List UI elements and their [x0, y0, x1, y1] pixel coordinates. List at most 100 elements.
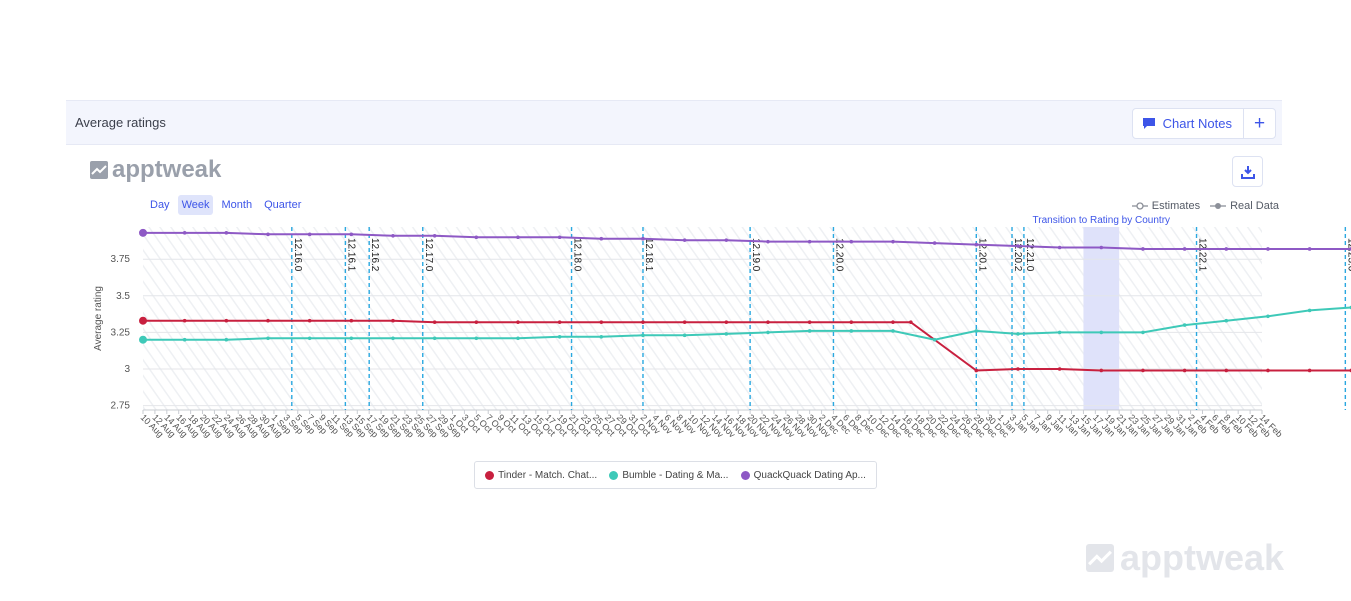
data-point — [641, 334, 645, 338]
data-point — [266, 319, 270, 323]
data-point — [516, 235, 520, 239]
data-point — [475, 336, 479, 340]
version-marker-label: 12.22.1 — [1197, 238, 1208, 272]
data-point — [974, 243, 978, 247]
data-point — [909, 320, 913, 324]
data-point — [766, 240, 770, 244]
data-point — [683, 320, 687, 324]
data-point — [139, 317, 147, 325]
data-point — [1266, 369, 1270, 373]
data-point — [350, 233, 354, 237]
data-point — [1308, 247, 1312, 251]
legend-label-tinder: Tinder - Match. Chat... — [498, 470, 597, 481]
data-point — [183, 338, 187, 342]
version-marker-label: 12.20.2 — [1012, 238, 1023, 272]
line-chart: Transition to Rating by Country2.7533.25… — [0, 0, 1351, 601]
data-point — [891, 320, 895, 324]
data-point — [350, 319, 354, 323]
y-tick-label: 3.5 — [116, 291, 130, 302]
y-tick-label: 2.75 — [111, 401, 131, 412]
data-point — [225, 319, 229, 323]
transition-band — [1083, 227, 1119, 410]
version-marker-label: 12.17.0 — [423, 238, 434, 272]
data-point — [1266, 315, 1270, 319]
data-point — [1016, 244, 1020, 248]
data-point — [139, 336, 147, 344]
legend-item-quackquack[interactable]: QuackQuack Dating Ap... — [741, 470, 866, 481]
data-point — [933, 241, 937, 245]
data-point — [850, 320, 854, 324]
y-tick-label: 3 — [124, 364, 130, 375]
data-point — [1099, 246, 1103, 250]
data-point — [433, 234, 437, 238]
data-point — [558, 335, 562, 339]
data-point — [1058, 367, 1062, 371]
legend-item-tinder[interactable]: Tinder - Match. Chat... — [485, 470, 597, 481]
version-marker-label: 12.16.2 — [369, 238, 380, 272]
data-point — [808, 329, 812, 333]
data-point — [1183, 369, 1187, 373]
data-point — [891, 240, 895, 244]
data-point — [974, 369, 978, 373]
version-marker-label: 12.18.0 — [572, 238, 583, 272]
data-point — [766, 320, 770, 324]
version-marker-label: 12.16.1 — [345, 238, 356, 272]
legend-label-quackquack: QuackQuack Dating Ap... — [754, 470, 866, 481]
legend-label-bumble: Bumble - Dating & Ma... — [622, 470, 728, 481]
data-point — [725, 238, 729, 242]
data-point — [725, 320, 729, 324]
data-point — [225, 231, 229, 235]
data-point — [308, 319, 312, 323]
version-marker-label: 12.21.0 — [1024, 238, 1035, 272]
data-point — [516, 320, 520, 324]
data-point — [808, 320, 812, 324]
data-point — [266, 336, 270, 340]
series-legend: Tinder - Match. Chat... Bumble - Dating … — [474, 461, 877, 489]
legend-item-bumble[interactable]: Bumble - Dating & Ma... — [609, 470, 728, 481]
data-point — [183, 231, 187, 235]
data-point — [641, 237, 645, 241]
data-point — [1224, 369, 1228, 373]
quackquack-dot-icon — [741, 471, 750, 480]
data-point — [308, 336, 312, 340]
transition-label: Transition to Rating by Country — [1033, 215, 1170, 226]
data-point — [391, 336, 395, 340]
version-marker-label: 12.20.1 — [976, 238, 987, 272]
data-point — [600, 237, 604, 241]
data-point — [1308, 309, 1312, 313]
data-point — [516, 336, 520, 340]
data-point — [1141, 331, 1145, 335]
data-point — [558, 320, 562, 324]
version-marker-label: 12.23.0 — [1345, 238, 1351, 272]
data-point — [600, 335, 604, 339]
data-point — [308, 233, 312, 237]
data-point — [1224, 247, 1228, 251]
y-axis-title: Average rating — [93, 286, 104, 351]
data-point — [475, 320, 479, 324]
page: Average ratings Chart Notes + apptweak D… — [0, 0, 1351, 601]
data-point — [891, 329, 895, 333]
data-point — [974, 329, 978, 333]
data-point — [1058, 246, 1062, 250]
data-point — [1141, 247, 1145, 251]
data-point — [766, 331, 770, 335]
data-point — [183, 319, 187, 323]
version-marker-label: 12.18.1 — [643, 238, 654, 272]
data-point — [1016, 367, 1020, 371]
data-point — [683, 238, 687, 242]
data-point — [139, 229, 147, 237]
data-point — [808, 240, 812, 244]
data-point — [1183, 323, 1187, 327]
data-point — [1141, 369, 1145, 373]
data-point — [1099, 369, 1103, 373]
version-marker-label: 12.19.0 — [750, 238, 761, 272]
trend-logo-icon — [1086, 544, 1114, 572]
apptweak-watermark: apptweak — [1086, 537, 1284, 579]
data-point — [433, 320, 437, 324]
data-point — [225, 338, 229, 342]
data-point — [433, 336, 437, 340]
data-point — [266, 233, 270, 237]
data-point — [725, 332, 729, 336]
data-point — [391, 319, 395, 323]
version-marker-label: 12.20.0 — [833, 238, 844, 272]
